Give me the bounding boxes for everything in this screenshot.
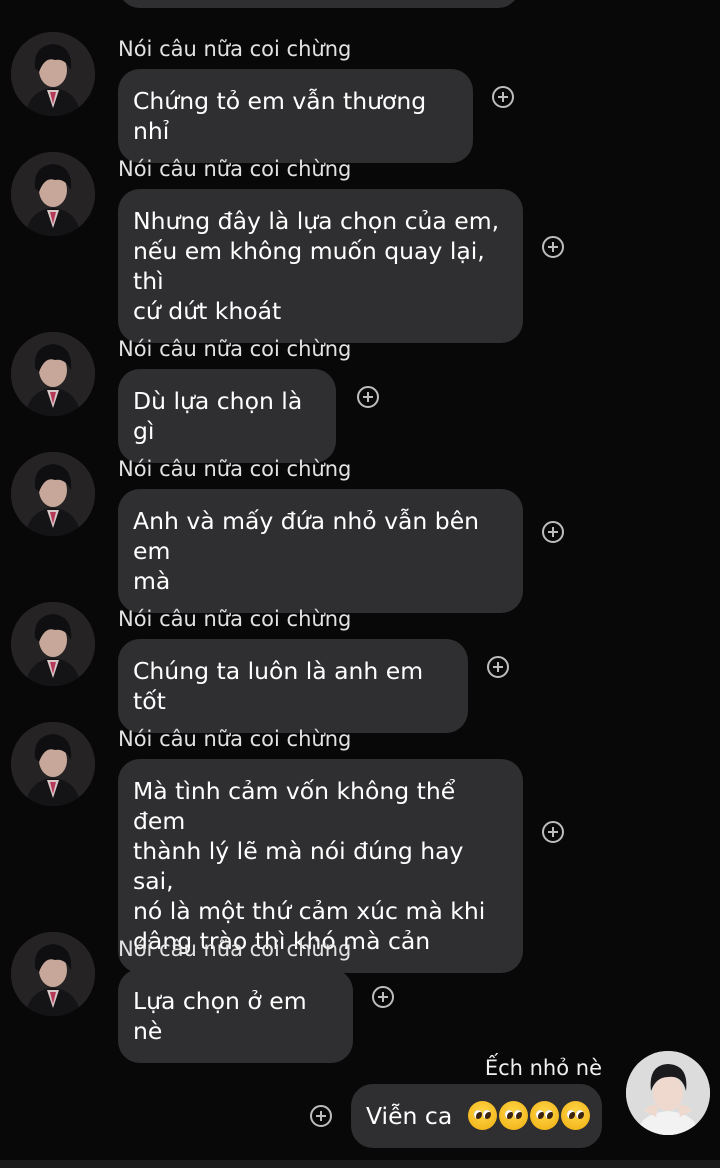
- message-bubble[interactable]: Dù lựa chọn là gì: [118, 369, 336, 463]
- plus-circle-icon[interactable]: [372, 986, 394, 1008]
- pleading-face-emoji: [529, 1101, 559, 1130]
- sender-name: Nói câu nữa coi chừng: [118, 727, 352, 751]
- plus-circle-icon[interactable]: [542, 821, 564, 843]
- message-bubble[interactable]: Lựa chọn ở em nè: [118, 969, 353, 1063]
- sender-avatar[interactable]: [11, 152, 95, 236]
- message-bubble[interactable]: Anh và mấy đứa nhỏ vẫn bên em mà: [118, 489, 523, 613]
- plus-circle-icon[interactable]: [357, 386, 379, 408]
- my-sender-name: Ếch nhỏ nè: [484, 1056, 602, 1080]
- message-bubble[interactable]: Chứng tỏ em vẫn thương nhỉ: [118, 69, 473, 163]
- message-bubble[interactable]: Chúng ta luôn là anh em tốt: [118, 639, 468, 733]
- pleading-face-emoji: [498, 1101, 528, 1130]
- my-message-bubble[interactable]: Viễn ca: [351, 1084, 602, 1148]
- plus-circle-icon[interactable]: [310, 1105, 332, 1127]
- plus-circle-icon[interactable]: [542, 236, 564, 258]
- sender-avatar[interactable]: [11, 932, 95, 1016]
- sender-name: Nói câu nữa coi chừng: [118, 337, 352, 361]
- plus-circle-icon[interactable]: [487, 656, 509, 678]
- sender-avatar[interactable]: [11, 332, 95, 416]
- sender-name: Nói câu nữa coi chừng: [118, 157, 352, 181]
- plus-circle-icon[interactable]: [542, 521, 564, 543]
- my-message-text: Viễn ca: [366, 1102, 453, 1130]
- sender-name: Nói câu nữa coi chừng: [118, 37, 352, 61]
- sender-avatar[interactable]: [11, 452, 95, 536]
- sender-avatar[interactable]: [11, 32, 95, 116]
- sender-name: Nói câu nữa coi chừng: [118, 607, 352, 631]
- pleading-face-emoji: [467, 1101, 497, 1130]
- my-avatar[interactable]: [626, 1051, 710, 1135]
- sender-avatar[interactable]: [11, 722, 95, 806]
- previous-message-bubble: [118, 0, 520, 8]
- sender-avatar[interactable]: [11, 602, 95, 686]
- message-bubble[interactable]: Nhưng đây là lựa chọn của em, nếu em khô…: [118, 189, 523, 343]
- chat-thread: Nói câu nữa coi chừng Chứng tỏ em vẫn th…: [0, 0, 720, 1168]
- sender-name: Nói câu nữa coi chừng: [118, 457, 352, 481]
- bottom-divider: [0, 1160, 720, 1168]
- sender-name: Nói câu nữa coi chừng: [118, 937, 352, 961]
- pleading-face-emoji: [560, 1101, 590, 1130]
- plus-circle-icon[interactable]: [492, 86, 514, 108]
